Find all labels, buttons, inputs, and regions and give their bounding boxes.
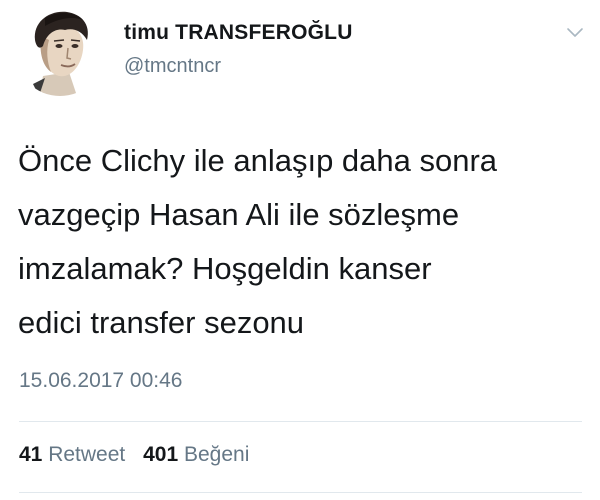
display-name[interactable]: timu TRANSFEROĞLU [124,20,353,46]
retweet-count: 41 [19,443,43,466]
like-stat[interactable]: 401 Beğeni [143,442,249,468]
tweet-card: timu TRANSFEROĞLU @tmcntncr Önce Clichy … [0,0,600,500]
tweet-timestamp[interactable]: 15.06.2017 00:46 [19,368,183,394]
retweet-label: Retweet [48,443,126,466]
user-names: timu TRANSFEROĞLU @tmcntncr [124,20,353,78]
tweet-stats: 41 Retweet 401 Beğeni [19,442,249,468]
tweet-text-line: Önce Clichy ile anlaşıp daha sonra [18,143,498,178]
like-label: Beğeni [183,443,250,466]
tweet-text-line: edici transfer sezonu [18,305,305,340]
user-avatar-sketch-icon [15,6,105,96]
retweet-stat[interactable]: 41 Retweet [19,442,125,468]
tweet-text-line: vazgeçip Hasan Ali ile sözleşme [18,197,460,232]
divider [19,421,582,422]
divider [19,492,582,493]
tweet-text-line: imzalamak? Hoşgeldin kanser [18,251,432,286]
tweet-text: Önce Clichy ile anlaşıp daha sonra vazge… [18,134,588,350]
user-handle[interactable]: @tmcntncr [124,54,353,78]
chevron-down-icon[interactable] [566,26,584,40]
like-count: 401 [143,443,179,466]
avatar[interactable] [15,6,105,96]
